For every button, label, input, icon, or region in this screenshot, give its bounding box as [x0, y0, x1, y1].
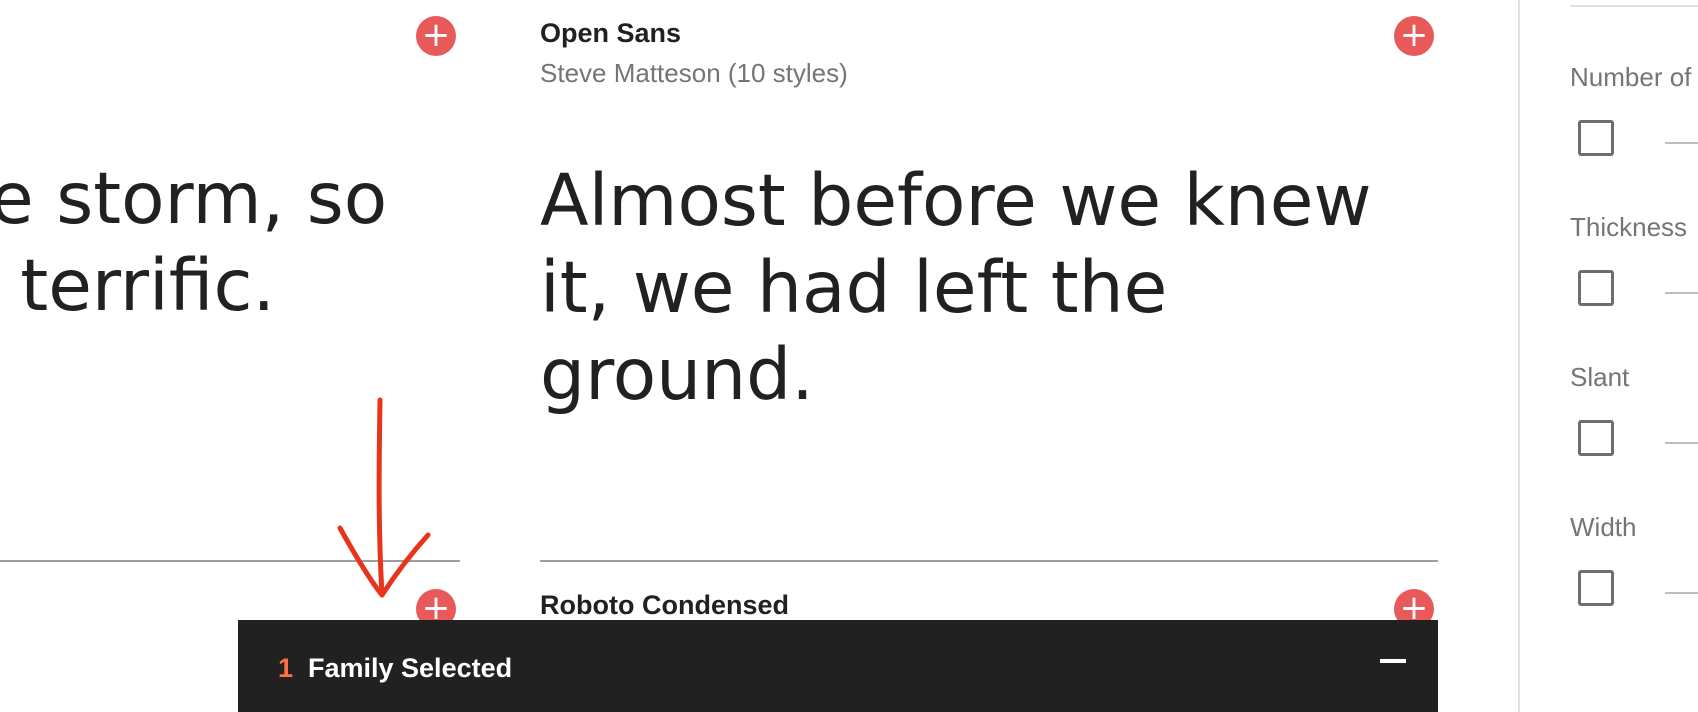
filter-label-slant: Slant — [1570, 362, 1630, 392]
add-family-button[interactable]: + — [416, 16, 456, 56]
add-family-button[interactable]: + — [1394, 16, 1434, 56]
font-card-open-sans: Open Sans Steve Matteson (10 styles) Alm… — [540, 0, 1438, 560]
font-designer-meta: Steve Matteson (10 styles) — [540, 58, 848, 88]
font-family-name[interactable]: Open Sans — [540, 18, 681, 49]
filter-label-number-of-styles: Number of — [1570, 62, 1692, 92]
filter-slider-thickness[interactable] — [1665, 292, 1698, 294]
selected-count: 1 — [278, 653, 294, 683]
font-sample-line: Almost before we knew — [540, 159, 1372, 242]
font-sample-line: e storm, so — [0, 157, 388, 240]
filter-checkbox-width[interactable] — [1578, 570, 1614, 606]
selection-drawer-bar[interactable]: 1 Family Selected — [238, 620, 1438, 712]
filter-checkbox-slant[interactable] — [1578, 420, 1614, 456]
filter-checkbox-thickness[interactable] — [1578, 270, 1614, 306]
card-divider — [540, 560, 1438, 562]
font-sample-line: t terrific. — [0, 244, 276, 327]
selected-label: Family Selected — [308, 653, 513, 683]
filters-panel: Number of Thickness Slant Width — [1518, 0, 1698, 712]
font-family-name[interactable]: Roboto Condensed — [540, 590, 789, 621]
filter-slider-width[interactable] — [1665, 592, 1698, 594]
panel-divider — [1570, 5, 1698, 7]
filter-slider-number-of-styles[interactable] — [1665, 142, 1698, 144]
filter-label-thickness: Thickness — [1570, 212, 1688, 242]
font-sample-line: ground. — [540, 333, 814, 416]
filter-checkbox-number-of-styles[interactable] — [1578, 120, 1614, 156]
filter-slider-slant[interactable] — [1665, 442, 1698, 444]
font-card-left: e storm, so t terrific. — [0, 0, 460, 560]
minimize-icon[interactable] — [1380, 648, 1406, 674]
filter-label-width: Width — [1570, 512, 1637, 542]
card-divider — [0, 560, 460, 562]
font-sample-line: it, we had left the — [540, 246, 1168, 329]
